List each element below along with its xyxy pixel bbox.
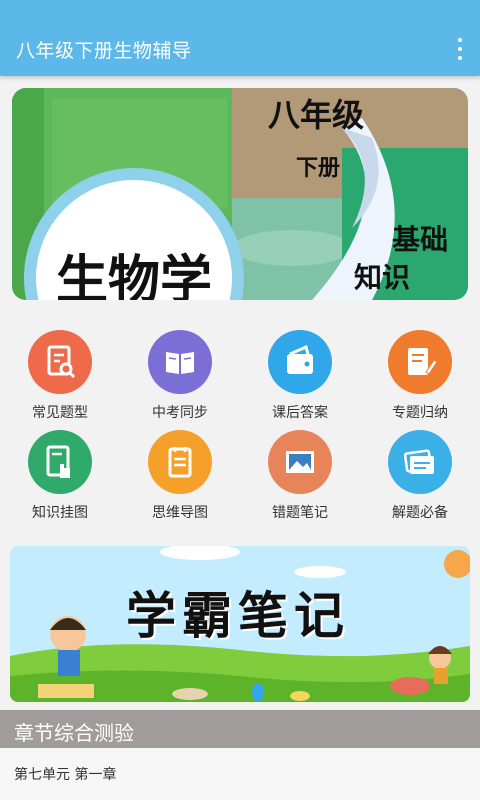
grid-item-label: 思维导图 [152, 505, 208, 521]
banner-subject: 生物学 [56, 250, 213, 300]
grid-item-label: 常见题型 [32, 405, 88, 421]
grid-item-label: 知识挂图 [32, 505, 88, 521]
banner-volume: 下册 [296, 155, 341, 181]
wallet-icon [268, 330, 332, 394]
notepad-icon [148, 430, 212, 494]
more-vert-icon[interactable] [452, 38, 468, 60]
grid-item-label: 专题归纳 [392, 405, 448, 421]
grid-item-label: 解题必备 [392, 505, 448, 521]
open-book-icon [148, 330, 212, 394]
chapter-label: 第七单元 第一章 [14, 767, 117, 783]
grid-item-label: 课后答案 [272, 405, 328, 421]
xueba-notes-banner[interactable]: 学霸笔记 [10, 546, 470, 702]
feature-grid: 常见题型 中考同步 课后答案 专题归纳 知识挂图 思维导图 错题笔记 解题必备 [0, 318, 480, 521]
grid-item-mistake-notes[interactable]: 错题笔记 [240, 430, 360, 530]
note-pen-icon [388, 330, 452, 394]
list-item[interactable]: 第七单元 第一章 [0, 748, 480, 800]
tap-document-icon [28, 430, 92, 494]
app-title: 八年级下册生物辅导 [16, 40, 192, 62]
grid-item-label: 中考同步 [152, 405, 208, 421]
banner-caption-1: 基础 [392, 223, 449, 256]
grid-item-knowledge-charts[interactable]: 知识挂图 [0, 430, 120, 530]
banner-grade: 八年级 [268, 96, 365, 134]
document-search-icon [28, 330, 92, 394]
grid-item-solving-essentials[interactable]: 解题必备 [360, 430, 480, 530]
picture-icon [268, 430, 332, 494]
grid-item-label: 错题笔记 [272, 505, 328, 521]
app-bar: 八年级下册生物辅导 [0, 0, 480, 76]
grid-item-common-questions[interactable]: 常见题型 [0, 330, 120, 430]
cards-icon [388, 430, 452, 494]
grid-item-exam-sync[interactable]: 中考同步 [120, 330, 240, 430]
banner-caption-2: 知识 [354, 261, 411, 294]
section-header: 章节综合测验 [0, 710, 480, 748]
grid-item-homework-answers[interactable]: 课后答案 [240, 330, 360, 430]
grid-item-mind-map[interactable]: 思维导图 [120, 430, 240, 530]
banner-image[interactable]: 八年级 下册 生物学 基础 知识 [12, 88, 468, 300]
ad-title: 学霸笔记 [126, 587, 350, 645]
grid-item-topic-summary[interactable]: 专题归纳 [360, 330, 480, 430]
section-title: 章节综合测验 [14, 721, 134, 745]
